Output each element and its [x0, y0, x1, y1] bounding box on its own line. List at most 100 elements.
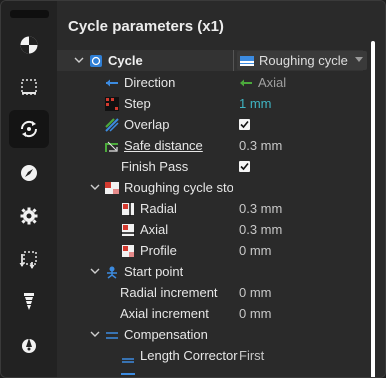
overlap-icon — [105, 117, 119, 132]
radial-increment-value-cell[interactable]: 0 mm — [239, 282, 272, 303]
radial-increment-label: Radial increment — [120, 285, 218, 300]
drill-icon — [24, 293, 34, 310]
radial-value-cell[interactable]: 0.3 mm — [239, 198, 282, 219]
toolbar-button-cycle[interactable] — [9, 110, 49, 148]
tree-row-start-point[interactable]: Start point — [57, 261, 363, 282]
length-corrector-label: Length Corrector — [140, 348, 238, 363]
tree-row-profile[interactable]: Profile 0 mm — [57, 240, 363, 261]
finish-pass-label: Finish Pass — [121, 159, 189, 174]
tree-row-radial[interactable]: Radial 0.3 mm — [57, 198, 363, 219]
safe-distance-value: 0.3 mm — [239, 138, 283, 153]
finish-pass-value-cell — [239, 156, 250, 177]
tree-row-radial-increment[interactable]: Radial increment 0 mm — [57, 282, 363, 303]
cycle-icon — [20, 120, 38, 138]
pie-chart-icon — [20, 36, 38, 54]
dashed-arrows-icon — [19, 251, 37, 269]
tree-row-overlap[interactable]: Overlap — [57, 114, 363, 135]
tree-row-safe-distance[interactable]: Safe distance 0.3 mm — [57, 135, 363, 156]
axial-value: 0.3 mm — [239, 222, 283, 237]
overlap-checkbox[interactable] — [239, 119, 250, 130]
tree-row-cycle[interactable]: Cycle Roughing cycle — [57, 50, 367, 71]
length-corrector-icon — [122, 357, 134, 363]
cycle-select-value: Roughing cycle — [259, 53, 348, 68]
overlap-value-cell — [239, 114, 250, 135]
chevron-down-icon[interactable] — [74, 55, 84, 65]
safe-distance-label[interactable]: Safe distance — [124, 138, 203, 153]
axial-value-cell[interactable]: 0.3 mm — [239, 219, 282, 240]
arrow-left-icon — [106, 79, 118, 86]
direction-value: Axial — [258, 75, 287, 90]
roughing-stock-label: Roughing cycle stoc — [124, 180, 233, 195]
cycle-parameters-panel: Cycle parameters (x1) Cycle Roughing cyc… — [57, 1, 385, 377]
safe-distance-icon — [105, 141, 118, 152]
radial-stock-icon — [122, 201, 134, 216]
start-point-label: Start point — [124, 264, 184, 279]
chevron-down-icon — [355, 57, 363, 62]
direction-value-cell[interactable]: Axial — [239, 72, 286, 93]
chevron-down-icon[interactable] — [90, 182, 100, 192]
axial-increment-value-cell[interactable]: 0 mm — [239, 303, 272, 324]
column-divider — [233, 50, 234, 71]
stylus-icon — [22, 338, 36, 353]
tree-row-finish-pass[interactable]: Finish Pass — [57, 156, 363, 177]
compass-icon — [21, 165, 37, 181]
checkmark-icon — [240, 162, 249, 171]
profile-value: 0 mm — [239, 243, 272, 258]
tree-row-axial-increment[interactable]: Axial increment 0 mm — [57, 303, 363, 324]
safe-distance-value-cell[interactable]: 0.3 mm — [239, 135, 282, 156]
page-title: Cycle parameters (x1) — [68, 18, 224, 35]
tree-row-step[interactable]: Step 1 mm — [57, 93, 363, 114]
gear-icon — [20, 207, 38, 225]
toolbar-button-transform[interactable] — [9, 240, 49, 278]
step-label: Step — [124, 96, 151, 111]
cycle-select[interactable]: Roughing cycle — [237, 51, 367, 70]
toolbar-button-drill[interactable] — [9, 282, 49, 320]
tree-row-clipped — [57, 366, 363, 376]
toolbar-drag-handle[interactable] — [10, 10, 49, 18]
step-value-cell[interactable]: 1 mm — [239, 93, 272, 114]
toolbar-button-compass[interactable] — [9, 154, 49, 192]
tree-row-length-corrector[interactable]: Length Corrector First — [57, 345, 363, 366]
profile-value-cell[interactable]: 0 mm — [239, 240, 272, 261]
axial-increment-value: 0 mm — [239, 306, 272, 321]
cycle-node-icon — [90, 54, 102, 67]
vertical-scrollbar[interactable] — [371, 41, 375, 377]
cycle-label: Cycle — [108, 53, 143, 68]
profile-label: Profile — [140, 243, 177, 258]
chevron-down-icon[interactable] — [90, 266, 100, 276]
axial-label: Axial — [140, 222, 169, 237]
toolbar-button-dashed-box[interactable] — [9, 68, 49, 106]
axial-increment-label: Axial increment — [120, 306, 209, 321]
dashed-box-icon — [21, 79, 37, 95]
radial-increment-value: 0 mm — [239, 285, 272, 300]
compensation-icon — [121, 373, 135, 375]
direction-label: Direction — [124, 75, 176, 90]
window: ? Cycle parameters (x1) Cycle — [0, 0, 386, 378]
length-corrector-value-cell[interactable]: First — [239, 345, 264, 366]
finish-pass-checkbox[interactable] — [239, 161, 250, 172]
roughing-cycle-icon — [240, 55, 254, 66]
stock-icon — [105, 181, 119, 194]
checkmark-icon — [240, 120, 249, 129]
arrow-left-icon — [240, 79, 252, 86]
start-point-icon — [107, 266, 117, 279]
step-grid-icon — [105, 96, 119, 111]
tree-row-axial[interactable]: Axial 0.3 mm — [57, 219, 363, 240]
step-value: 1 mm — [239, 96, 272, 111]
tree-row-roughing-stock[interactable]: Roughing cycle stoc — [57, 177, 363, 198]
tree-row-compensation[interactable]: Compensation — [57, 324, 363, 345]
tree-row-direction[interactable]: Direction Axial — [57, 72, 363, 93]
compensation-label: Compensation — [124, 327, 208, 342]
profile-stock-icon — [122, 244, 134, 257]
chevron-down-icon[interactable] — [90, 329, 100, 339]
compensation-icon — [106, 331, 118, 339]
toolbar-button-pie[interactable] — [9, 26, 49, 64]
overlap-label: Overlap — [124, 117, 170, 132]
length-corrector-value: First — [239, 348, 265, 363]
toolbar-button-settings[interactable] — [9, 197, 49, 235]
radial-value: 0.3 mm — [239, 201, 283, 216]
toolbar-button-stylus[interactable] — [9, 326, 49, 364]
sidebar-toolbar — [1, 1, 57, 377]
radial-label: Radial — [140, 201, 177, 216]
axial-stock-icon — [121, 223, 135, 236]
